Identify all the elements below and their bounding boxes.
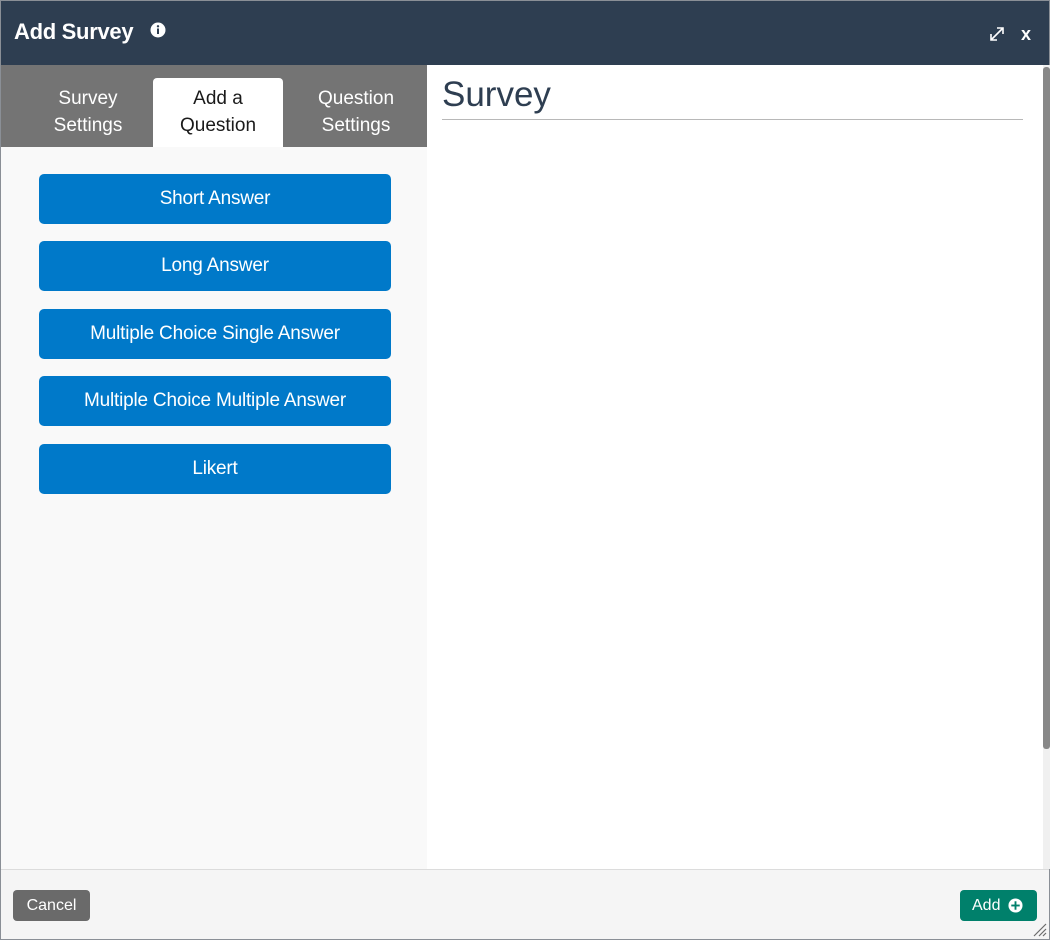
tab-survey-settings-line2: Settings [53, 115, 123, 136]
scrollbar-thumb[interactable] [1043, 67, 1050, 749]
survey-preview-panel: Survey [427, 65, 1043, 869]
tab-bar: Survey Settings Add a Question Question … [1, 65, 427, 147]
heading-divider [442, 119, 1023, 120]
resize-handle-icon[interactable] [1031, 921, 1047, 937]
add-button-label: Add [972, 897, 1001, 914]
tab-survey-settings-line1: Survey [58, 88, 118, 109]
close-button[interactable]: x [1021, 23, 1031, 45]
tab-add-a-question-line1: Add a [193, 88, 243, 109]
dialog-titlebar: Add Survey x [1, 1, 1049, 65]
survey-preview-heading: Survey [442, 75, 551, 114]
add-button[interactable]: Add [960, 890, 1037, 921]
long-answer-button[interactable]: Long Answer [39, 241, 391, 291]
multiple-choice-multiple-answer-button[interactable]: Multiple Choice Multiple Answer [39, 376, 391, 426]
info-icon[interactable] [150, 22, 166, 38]
tab-add-a-question-line2: Question [179, 115, 257, 136]
left-panel: Survey Settings Add a Question Question … [1, 65, 427, 869]
expand-icon[interactable] [988, 25, 1006, 43]
add-survey-dialog: Add Survey x Survey Settings Add a Quest… [0, 0, 1050, 940]
tab-question-settings-line2: Settings [321, 115, 391, 136]
likert-button[interactable]: Likert [39, 444, 391, 494]
dialog-title: Add Survey [14, 19, 134, 44]
tab-question-settings-line1: Question [317, 88, 395, 109]
tab-survey-settings[interactable]: Survey Settings [23, 78, 153, 147]
tab-add-a-question[interactable]: Add a Question [153, 78, 283, 147]
tab-question-settings[interactable]: Question Settings [291, 78, 421, 147]
multiple-choice-single-answer-button[interactable]: Multiple Choice Single Answer [39, 309, 391, 359]
cancel-button[interactable]: Cancel [13, 890, 90, 921]
plus-circle-icon [1008, 898, 1023, 913]
short-answer-button[interactable]: Short Answer [39, 174, 391, 224]
dialog-footer: Cancel Add [1, 869, 1049, 939]
preview-scrollbar[interactable] [1043, 65, 1050, 869]
